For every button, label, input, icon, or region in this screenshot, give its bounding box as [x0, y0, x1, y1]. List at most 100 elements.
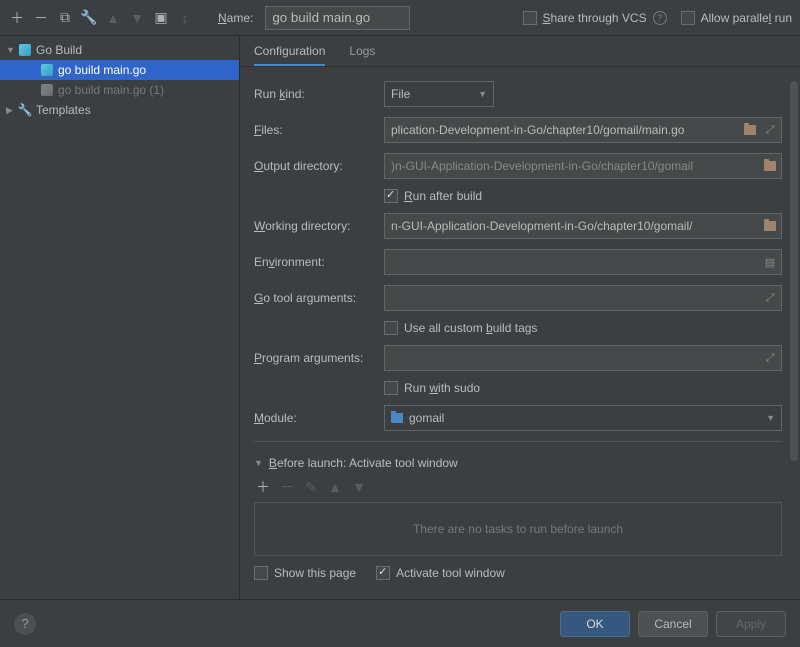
show-this-page-label: Show this page: [274, 566, 356, 580]
program-args-input[interactable]: [384, 345, 782, 371]
config-panel: Configuration Logs Run kind: File ▼ File…: [240, 36, 800, 599]
tree-label: Templates: [36, 103, 91, 117]
bottom-bar: ? OK Cancel Apply: [0, 599, 800, 647]
tree-group-templates[interactable]: 🔧 Templates: [0, 100, 239, 120]
run-kind-select[interactable]: File ▼: [384, 81, 494, 107]
environment-input[interactable]: [384, 249, 782, 275]
top-toolbar: ＋ － ⧉ 🔧 ▲ ▼ ▣ ↕ Name: Share through VCS …: [0, 0, 800, 36]
move-down-icon: ▼: [128, 9, 146, 27]
config-toolbar: ＋ － ⧉ 🔧 ▲ ▼ ▣ ↕: [8, 9, 194, 27]
copy-icon[interactable]: ⧉: [56, 9, 74, 27]
go-tool-args-label: Go tool arguments:: [254, 291, 384, 305]
go-icon: [18, 43, 32, 57]
checkbox-icon: [681, 11, 695, 25]
tab-configuration[interactable]: Configuration: [254, 44, 325, 66]
go-icon: [40, 63, 54, 77]
show-this-page-checkbox[interactable]: Show this page: [254, 566, 356, 580]
chevron-down-icon: ▼: [478, 89, 487, 99]
output-dir-label: Output directory:: [254, 159, 384, 173]
remove-icon[interactable]: －: [32, 9, 50, 27]
form-area: Run kind: File ▼ Files: ⤢ Output directo: [240, 67, 800, 599]
before-launch-title: Before launch: Activate tool window: [269, 456, 458, 470]
module-icon: [391, 413, 403, 423]
activate-tool-window-checkbox[interactable]: Activate tool window: [376, 566, 505, 580]
checkbox-icon: [384, 321, 398, 335]
output-dir-input[interactable]: [384, 153, 782, 179]
apply-button: Apply: [716, 611, 786, 637]
remove-icon: －: [278, 478, 296, 496]
files-input[interactable]: [384, 117, 782, 143]
chevron-down-icon: ▼: [254, 458, 263, 468]
checkbox-checked-icon: [376, 566, 390, 580]
top-right-options: Share through VCS ? Allow parallel run: [523, 11, 792, 25]
chevron-down-icon: ▼: [766, 413, 775, 423]
help-icon[interactable]: ?: [653, 11, 667, 25]
tree-item-config-2[interactable]: go build main.go (1): [0, 80, 239, 100]
parallel-run-checkbox[interactable]: Allow parallel run: [681, 11, 792, 25]
move-up-icon: ▲: [104, 9, 122, 27]
edit-icon: ✎: [302, 478, 320, 496]
tree-label: go build main.go (1): [58, 83, 164, 97]
expand-icon[interactable]: ⤢: [762, 350, 778, 366]
folder-icon[interactable]: [762, 158, 778, 174]
before-launch-tasks-empty: There are no tasks to run before launch: [254, 502, 782, 556]
checkbox-icon: [254, 566, 268, 580]
environment-label: Environment:: [254, 255, 384, 269]
run-after-build-label: Run after build: [404, 189, 482, 203]
move-up-icon: ▲: [326, 478, 344, 496]
run-kind-value: File: [391, 87, 410, 101]
ok-button[interactable]: OK: [560, 611, 630, 637]
checkbox-icon: [523, 11, 537, 25]
save-icon[interactable]: ▣: [152, 9, 170, 27]
module-value: gomail: [409, 411, 444, 425]
list-icon[interactable]: ▤: [762, 254, 778, 270]
add-icon[interactable]: ＋: [254, 478, 272, 496]
go-tool-args-input[interactable]: [384, 285, 782, 311]
settings-wrench-icon[interactable]: 🔧: [80, 9, 98, 27]
parallel-run-label: Allow parallel run: [701, 11, 792, 25]
tabs: Configuration Logs: [240, 36, 800, 67]
chevron-down-icon: [6, 45, 14, 55]
expand-icon[interactable]: ⤢: [762, 290, 778, 306]
program-args-label: Program arguments:: [254, 351, 384, 365]
run-with-sudo-label: Run with sudo: [404, 381, 480, 395]
tab-logs[interactable]: Logs: [349, 44, 375, 66]
chevron-right-icon: [6, 105, 14, 116]
help-button[interactable]: ?: [14, 613, 36, 635]
add-icon[interactable]: ＋: [8, 9, 26, 27]
module-label: Module:: [254, 411, 384, 425]
activate-tool-window-label: Activate tool window: [396, 566, 505, 580]
folder-icon[interactable]: [762, 218, 778, 234]
share-vcs-label: Share through VCS: [543, 11, 647, 25]
run-with-sudo-checkbox[interactable]: Run with sudo: [384, 381, 782, 395]
main-split: Go Build go build main.go go build main.…: [0, 36, 800, 599]
use-custom-tags-checkbox[interactable]: Use all custom build tags: [384, 321, 782, 335]
folder-icon[interactable]: [742, 122, 758, 138]
name-input[interactable]: [265, 6, 410, 30]
scrollbar[interactable]: [790, 81, 798, 461]
share-vcs-checkbox[interactable]: Share through VCS ?: [523, 11, 667, 25]
tree-label: go build main.go: [58, 63, 146, 77]
wrench-icon: 🔧: [18, 103, 32, 117]
move-down-icon: ▼: [350, 478, 368, 496]
name-label: Name:: [218, 11, 253, 25]
config-tree: Go Build go build main.go go build main.…: [0, 36, 240, 599]
checkbox-checked-icon: [384, 189, 398, 203]
before-launch-toolbar: ＋ － ✎ ▲ ▼: [254, 478, 782, 496]
cancel-button[interactable]: Cancel: [638, 611, 708, 637]
divider: [254, 441, 782, 442]
tree-label: Go Build: [36, 43, 82, 57]
before-launch-header[interactable]: ▼ Before launch: Activate tool window: [254, 456, 782, 470]
run-kind-label: Run kind:: [254, 87, 384, 101]
files-label: Files:: [254, 123, 384, 137]
use-custom-tags-label: Use all custom build tags: [404, 321, 537, 335]
working-dir-input[interactable]: [384, 213, 782, 239]
checkbox-icon: [384, 381, 398, 395]
expand-icon[interactable]: ⤢: [762, 122, 778, 138]
module-select[interactable]: gomail ▼: [384, 405, 782, 431]
tree-item-config-1[interactable]: go build main.go: [0, 60, 239, 80]
tree-group-go-build[interactable]: Go Build: [0, 40, 239, 60]
working-dir-label: Working directory:: [254, 219, 384, 233]
go-icon: [40, 83, 54, 97]
run-after-build-checkbox[interactable]: Run after build: [384, 189, 782, 203]
